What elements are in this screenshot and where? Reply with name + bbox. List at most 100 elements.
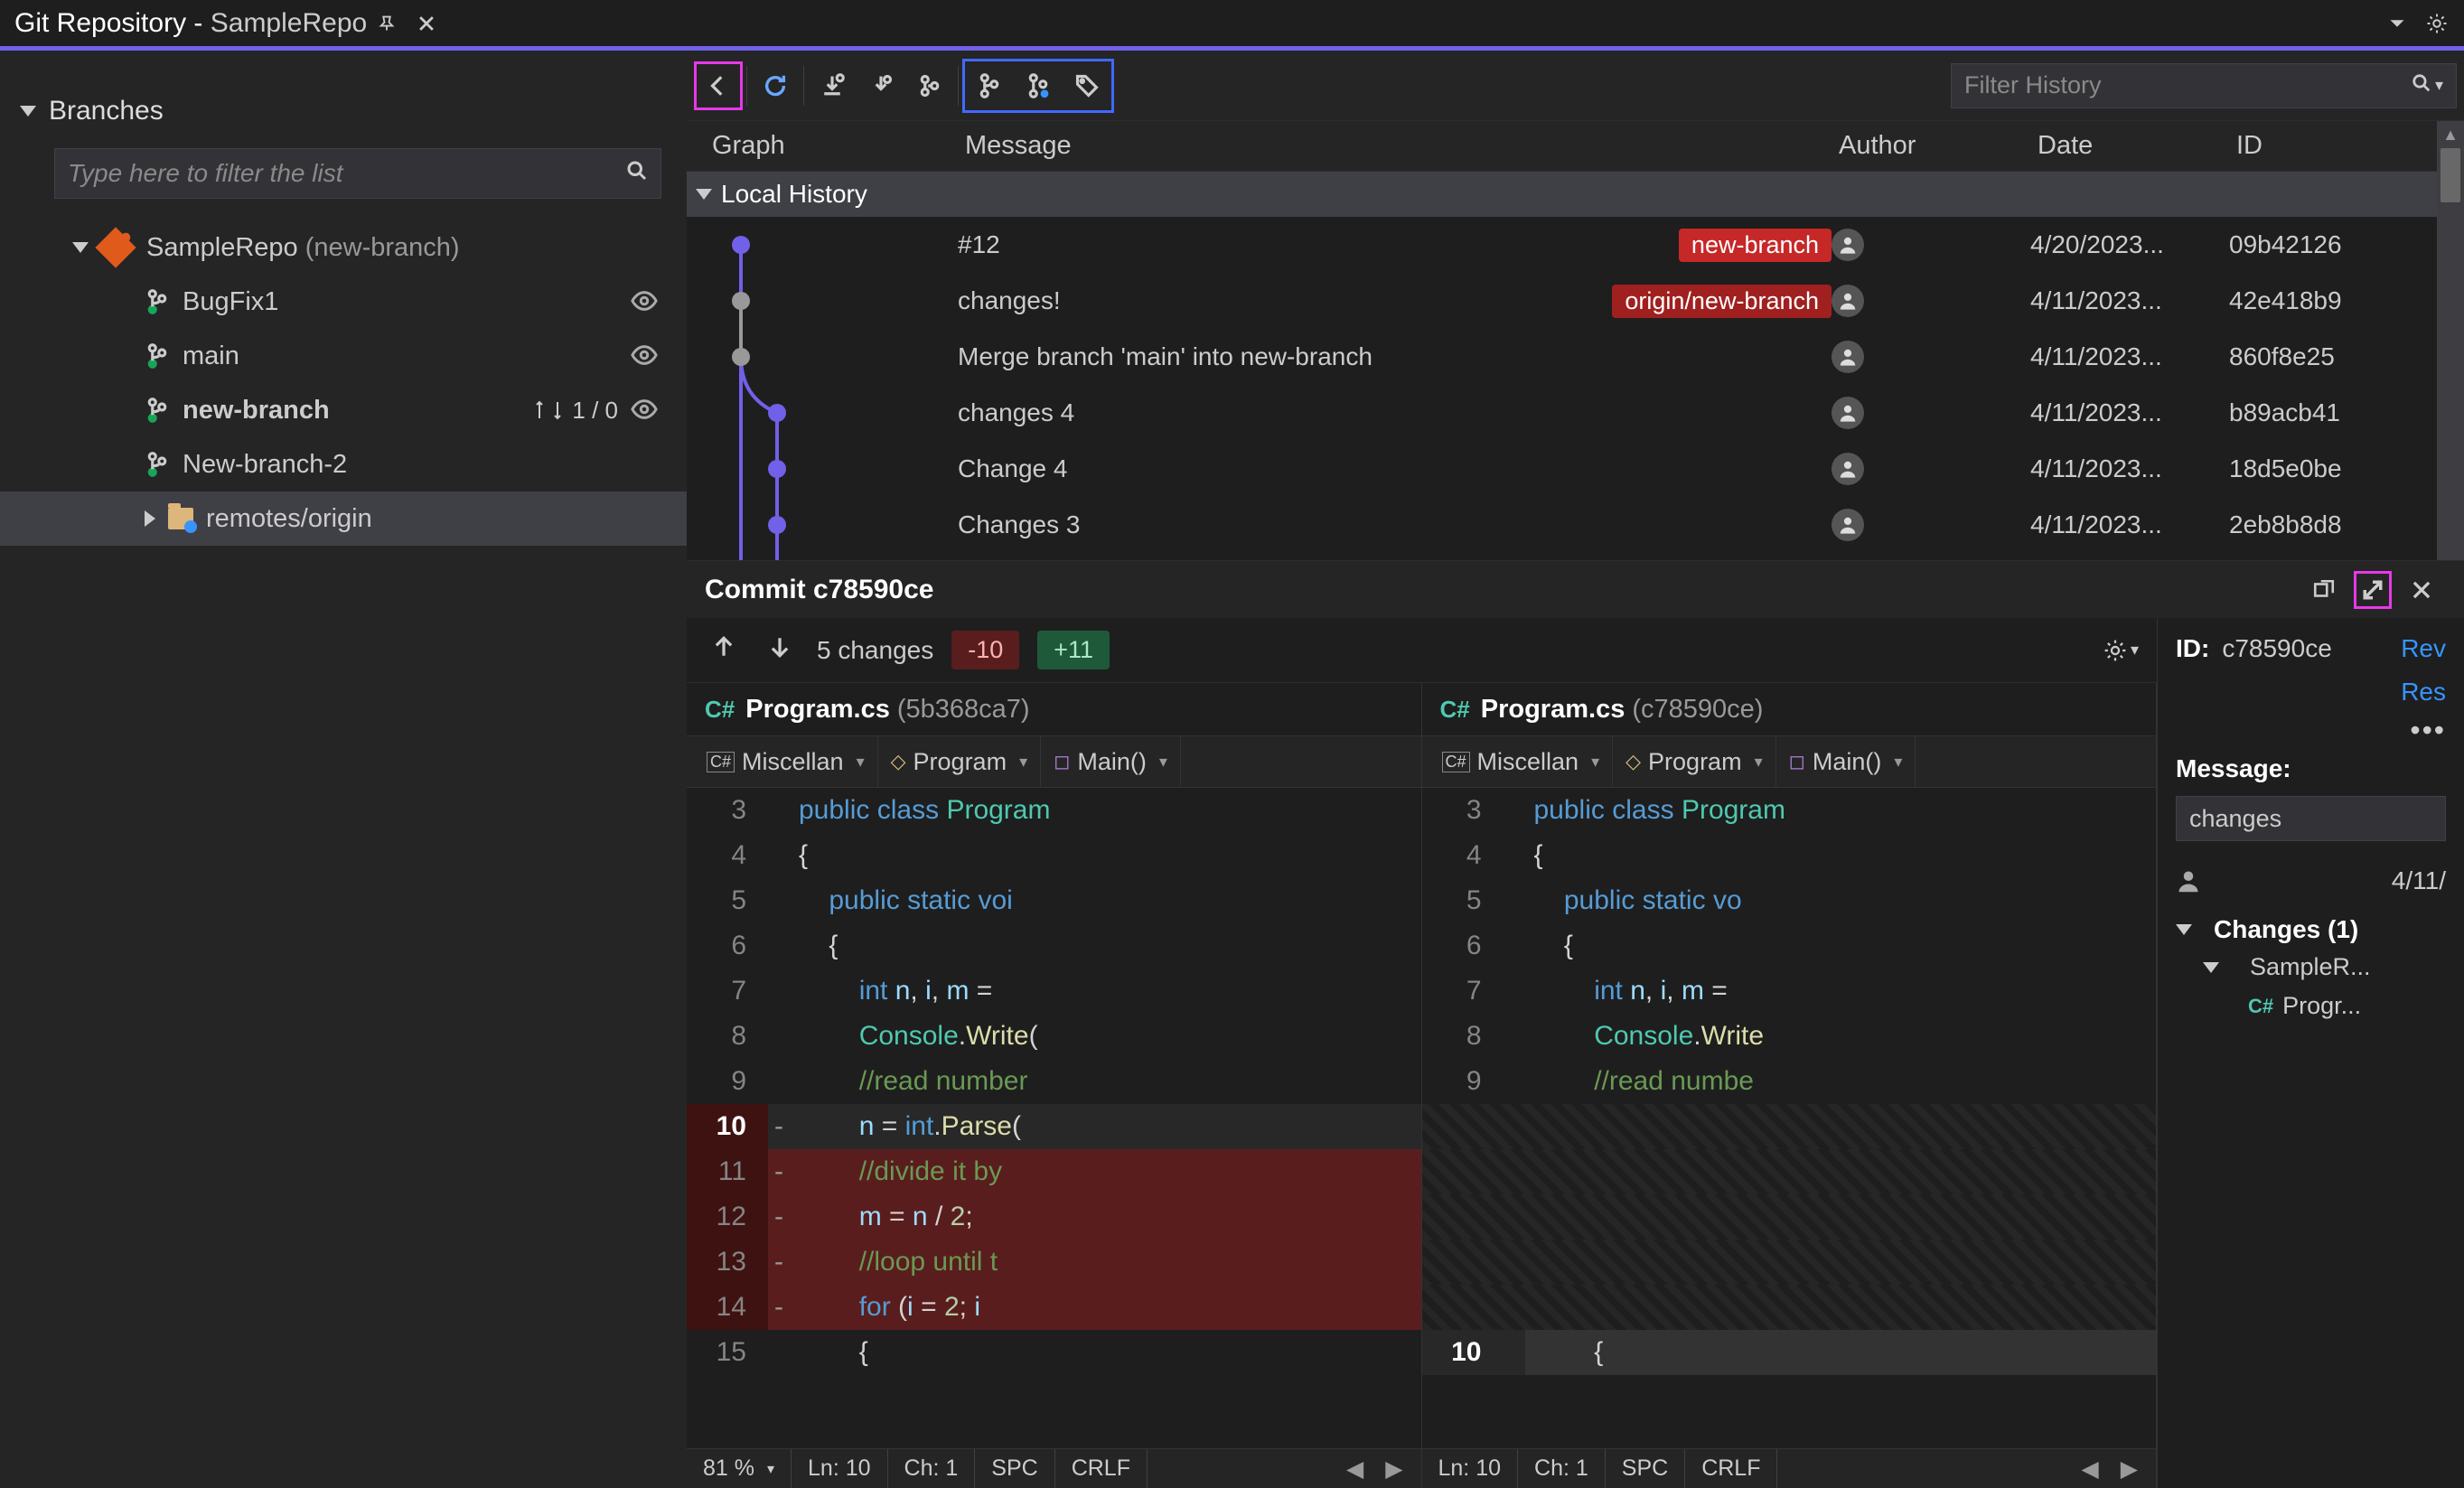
watch-icon[interactable] [631,342,660,370]
revert-link[interactable]: Rev [2401,634,2446,663]
window-menu-icon[interactable] [2381,7,2413,40]
settings-gear-icon[interactable] [2421,7,2453,40]
branches-header[interactable]: Branches [0,87,687,136]
col-date[interactable]: Date [2030,131,2229,161]
diff-pane-new: C# Program.cs (c78590ce) C#Miscellan▾ ◇P… [1422,683,2158,1488]
commit-id: b89acb41 [2229,398,2437,427]
branch-new-branch-2[interactable]: New-branch-2 [0,437,687,491]
commit-row[interactable]: Change 44/11/2023...18d5e0be [687,441,2437,497]
lines-removed: -10 [951,631,1019,669]
branch-new-branch[interactable]: new-branch 1 / 0 [0,383,687,437]
indent-mode[interactable]: SPC [975,1449,1054,1488]
file-title-old: C# Program.cs (5b368ca7) [687,683,1421,735]
close-icon[interactable] [2403,571,2441,609]
col-graph[interactable]: Graph [687,131,958,161]
repo-icon [95,227,136,267]
col-id[interactable]: ID [2229,131,2437,161]
search-icon [2412,71,2431,99]
changed-file[interactable]: C# Progr... [2158,987,2464,1025]
line-ending[interactable]: CRLF [1685,1449,1777,1488]
branch-main[interactable]: main [0,329,687,383]
expand-icon[interactable] [2354,571,2392,609]
commit-row[interactable]: Changes 34/11/2023...2eb8b8d8 [687,497,2437,553]
csharp-icon: C# [2248,995,2273,1018]
back-button[interactable] [694,61,743,110]
watch-icon[interactable] [631,287,660,316]
watch-icon[interactable] [631,396,660,425]
filter-placeholder: Type here to filter the list [68,159,626,188]
scroll-thumb[interactable] [2441,148,2460,202]
crumb-method[interactable]: ◻Main()▾ [1041,736,1181,787]
commit-message: Changes 3 [958,510,1080,539]
main-area: Filter History ▾ Graph Message Author Da… [687,51,2464,1488]
scroll-left-icon[interactable]: ◀ [1335,1455,1374,1483]
commit-row[interactable]: changes!origin/new-branch4/11/2023...42e… [687,273,2437,329]
commit-row[interactable]: Merge branch 'main' into new-branch4/11/… [687,329,2437,385]
commit-message: Merge branch 'main' into new-branch [958,342,1373,371]
next-change-button[interactable] [761,632,799,669]
prev-change-button[interactable] [705,632,743,669]
reset-link[interactable]: Res [2401,678,2446,707]
history-rows: #12new-branch4/20/2023...09b42126changes… [687,217,2437,560]
history-scrollbar[interactable]: ▲ [2437,121,2464,560]
repo-node[interactable]: SampleRepo (new-branch) [0,220,687,275]
code-old[interactable]: 3public class Program 4{ 5 public static… [687,788,1421,1448]
branch-bugfix1[interactable]: BugFix1 [0,275,687,329]
remotes-node[interactable]: remotes/origin [0,491,687,546]
refresh-button[interactable] [751,61,800,110]
push-button[interactable] [905,61,954,110]
line-ending[interactable]: CRLF [1055,1449,1148,1488]
pull-button[interactable] [857,61,905,110]
breadcrumb-row: C#Miscellan▾ ◇Program▾ ◻Main()▾ [1422,735,2157,788]
branches-sidebar: Branches Type here to filter the list Sa… [0,51,687,1488]
changes-count: 5 changes [817,636,933,665]
scroll-left-icon[interactable]: ◀ [2071,1455,2110,1483]
remote-branches-button[interactable] [1014,61,1063,110]
author-avatar [1832,453,1864,485]
code-new[interactable]: 3public class Program 4{ 5 public static… [1422,788,2157,1448]
scroll-right-icon[interactable]: ▶ [1374,1455,1413,1483]
crumb-namespace[interactable]: ◇Program▾ [878,736,1042,787]
local-branches-button[interactable] [965,61,1014,110]
tags-button[interactable] [1063,61,1111,110]
indent-mode[interactable]: SPC [1606,1449,1685,1488]
lines-added: +11 [1037,631,1110,669]
scroll-right-icon[interactable]: ▶ [2110,1455,2149,1483]
changed-folder[interactable]: SampleR... [2158,948,2464,987]
col-author[interactable]: Author [1832,131,2030,161]
changes-section-header[interactable]: Changes (1) [2158,903,2464,948]
commit-row[interactable]: changes 44/11/2023...b89acb41 [687,385,2437,441]
commit-row[interactable]: #12new-branch4/20/2023...09b42126 [687,217,2437,273]
pin-icon[interactable] [370,7,403,40]
filter-history-input[interactable]: Filter History ▾ [1951,63,2457,108]
branch-icon [145,452,170,477]
char-col[interactable]: Ch: 1 [1518,1449,1606,1488]
branch-icon [145,343,170,369]
crumb-namespace[interactable]: ◇Program▾ [1613,736,1776,787]
branch-icon [145,289,170,314]
csharp-icon: C# [705,696,735,724]
line-col[interactable]: Ln: 10 [1422,1449,1519,1488]
commit-date: 4/11/2023... [2030,398,2229,427]
branch-filter-input[interactable]: Type here to filter the list [54,148,661,199]
fetch-button[interactable] [808,61,857,110]
commit-message-input[interactable]: changes [2176,796,2446,841]
ahead-behind: 1 / 0 [536,397,618,425]
local-history-header[interactable]: Local History [687,172,2437,217]
dock-icon[interactable] [2305,571,2343,609]
crumb-project[interactable]: C#Miscellan▾ [1429,736,1614,787]
zoom-level[interactable]: 81 % ▾ [687,1449,792,1488]
crumb-method[interactable]: ◻Main()▾ [1776,736,1916,787]
commit-date: 4/11/2023... [2030,454,2229,483]
more-actions-icon[interactable]: ••• [2158,714,2464,747]
status-bar-new: Ln: 10 Ch: 1 SPC CRLF ◀▶ [1422,1448,2157,1488]
crumb-project[interactable]: C#Miscellan▾ [694,736,878,787]
diff-pane-old: C# Program.cs (5b368ca7) C#Miscellan▾ ◇P… [687,683,1422,1488]
collapse-icon [20,106,36,117]
char-col[interactable]: Ch: 1 [888,1449,976,1488]
close-tab-icon[interactable] [410,7,443,40]
scroll-up-icon[interactable]: ▲ [2437,121,2464,148]
col-message[interactable]: Message [958,131,1832,161]
diff-settings-button[interactable]: ▾ [2103,639,2139,662]
line-col[interactable]: Ln: 10 [792,1449,888,1488]
